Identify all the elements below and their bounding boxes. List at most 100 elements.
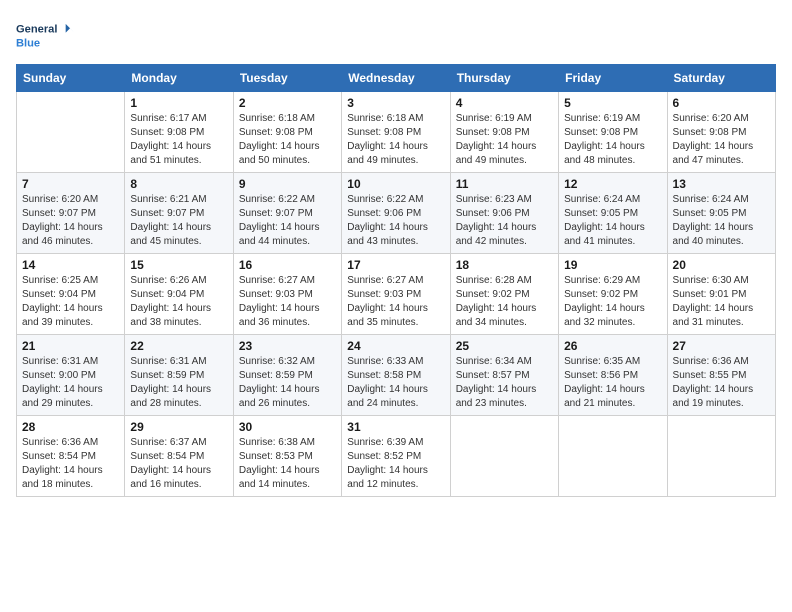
day-info: Sunrise: 6:36 AM Sunset: 8:55 PM Dayligh… (673, 355, 770, 411)
calendar-week-5: 28 Sunrise: 6:36 AM Sunset: 8:54 PM Dayli… (17, 416, 776, 497)
day-info: Sunrise: 6:19 AM Sunset: 9:08 PM Dayligh… (456, 112, 553, 168)
calendar-cell: 26Sunrise: 6:35 AM Sunset: 8:56 PM Dayli… (559, 335, 667, 416)
day-number: 3 (347, 96, 444, 110)
day-info: Sunrise: 6:26 AM Sunset: 9:04 PM Dayligh… (130, 274, 227, 330)
day-info: Sunrise: 6:27 AM Sunset: 9:03 PM Dayligh… (239, 274, 336, 330)
day-info: Sunrise: 6:22 AM Sunset: 9:07 PM Dayligh… (239, 193, 336, 249)
day-info: Sunrise: 6:33 AM Sunset: 8:58 PM Dayligh… (347, 355, 444, 411)
calendar-cell: 4 Sunrise: 6:19 AM Sunset: 9:08 PM Daylig… (450, 92, 558, 173)
day-info: Sunrise: 6:21 AM Sunset: 9:07 PM Dayligh… (130, 193, 227, 249)
day-info: Sunrise: 6:20 AM Sunset: 9:07 PM Dayligh… (22, 193, 119, 249)
day-number: 13 (673, 177, 770, 191)
calendar-cell: 6 Sunrise: 6:20 AM Sunset: 9:08 PM Daylig… (667, 92, 775, 173)
day-number: 9 (239, 177, 336, 191)
day-number: 11 (456, 177, 553, 191)
svg-text:General: General (16, 24, 57, 36)
calendar-cell: 17Sunrise: 6:27 AM Sunset: 9:03 PM Dayli… (342, 254, 450, 335)
calendar-week-2: 7Sunrise: 6:20 AM Sunset: 9:07 PM Daylig… (17, 173, 776, 254)
calendar-cell: 7Sunrise: 6:20 AM Sunset: 9:07 PM Daylig… (17, 173, 125, 254)
day-number: 6 (673, 96, 770, 110)
calendar-cell: 29 Sunrise: 6:37 AM Sunset: 8:54 PM Dayli… (125, 416, 233, 497)
calendar-cell: 16 Sunrise: 6:27 AM Sunset: 9:03 PM Dayli… (233, 254, 341, 335)
header-thursday: Thursday (450, 65, 558, 92)
calendar-cell: 3 Sunrise: 6:18 AM Sunset: 9:08 PM Daylig… (342, 92, 450, 173)
day-number: 5 (564, 96, 661, 110)
calendar-cell: 24Sunrise: 6:33 AM Sunset: 8:58 PM Dayli… (342, 335, 450, 416)
day-info: Sunrise: 6:22 AM Sunset: 9:06 PM Dayligh… (347, 193, 444, 249)
day-info: Sunrise: 6:25 AM Sunset: 9:04 PM Dayligh… (22, 274, 119, 330)
day-info: Sunrise: 6:34 AM Sunset: 8:57 PM Dayligh… (456, 355, 553, 411)
day-info: Sunrise: 6:32 AM Sunset: 8:59 PM Dayligh… (239, 355, 336, 411)
day-info: Sunrise: 6:23 AM Sunset: 9:06 PM Dayligh… (456, 193, 553, 249)
calendar-cell (17, 92, 125, 173)
header-friday: Friday (559, 65, 667, 92)
day-info: Sunrise: 6:20 AM Sunset: 9:08 PM Dayligh… (673, 112, 770, 168)
calendar-cell: 31 Sunrise: 6:39 AM Sunset: 8:52 PM Dayli… (342, 416, 450, 497)
calendar-cell: 20 Sunrise: 6:30 AM Sunset: 9:01 PM Dayli… (667, 254, 775, 335)
day-number: 29 (130, 420, 227, 434)
calendar-table: SundayMondayTuesdayWednesdayThursdayFrid… (16, 64, 776, 497)
calendar-cell: 12Sunrise: 6:24 AM Sunset: 9:05 PM Dayli… (559, 173, 667, 254)
day-number: 16 (239, 258, 336, 272)
calendar-cell: 21 Sunrise: 6:31 AM Sunset: 9:00 PM Dayli… (17, 335, 125, 416)
logo-svg: General Blue (16, 16, 76, 56)
day-info: Sunrise: 6:29 AM Sunset: 9:02 PM Dayligh… (564, 274, 661, 330)
header-tuesday: Tuesday (233, 65, 341, 92)
svg-text:Blue: Blue (16, 37, 40, 49)
calendar-cell: 14 Sunrise: 6:25 AM Sunset: 9:04 PM Dayli… (17, 254, 125, 335)
calendar-cell: 28 Sunrise: 6:36 AM Sunset: 8:54 PM Dayli… (17, 416, 125, 497)
day-number: 1 (130, 96, 227, 110)
day-number: 31 (347, 420, 444, 434)
day-info: Sunrise: 6:24 AM Sunset: 9:05 PM Dayligh… (673, 193, 770, 249)
calendar-cell: 2 Sunrise: 6:18 AM Sunset: 9:08 PM Daylig… (233, 92, 341, 173)
day-info: Sunrise: 6:30 AM Sunset: 9:01 PM Dayligh… (673, 274, 770, 330)
day-number: 28 (22, 420, 119, 434)
calendar-cell: 11 Sunrise: 6:23 AM Sunset: 9:06 PM Dayli… (450, 173, 558, 254)
calendar-cell: 5 Sunrise: 6:19 AM Sunset: 9:08 PM Daylig… (559, 92, 667, 173)
calendar-header-row: SundayMondayTuesdayWednesdayThursdayFrid… (17, 65, 776, 92)
header-saturday: Saturday (667, 65, 775, 92)
calendar-cell: 22 Sunrise: 6:31 AM Sunset: 8:59 PM Dayli… (125, 335, 233, 416)
day-info: Sunrise: 6:31 AM Sunset: 8:59 PM Dayligh… (130, 355, 227, 411)
day-number: 2 (239, 96, 336, 110)
header: General Blue (16, 16, 776, 56)
day-info: Sunrise: 6:37 AM Sunset: 8:54 PM Dayligh… (130, 436, 227, 492)
header-wednesday: Wednesday (342, 65, 450, 92)
day-number: 8 (130, 177, 227, 191)
day-number: 18 (456, 258, 553, 272)
calendar-cell: 1 Sunrise: 6:17 AM Sunset: 9:08 PM Daylig… (125, 92, 233, 173)
day-number: 22 (130, 339, 227, 353)
day-number: 10 (347, 177, 444, 191)
calendar-cell: 15 Sunrise: 6:26 AM Sunset: 9:04 PM Dayli… (125, 254, 233, 335)
day-info: Sunrise: 6:19 AM Sunset: 9:08 PM Dayligh… (564, 112, 661, 168)
calendar-cell: 19 Sunrise: 6:29 AM Sunset: 9:02 PM Dayli… (559, 254, 667, 335)
day-number: 12 (564, 177, 661, 191)
logo: General Blue (16, 16, 76, 56)
calendar-week-1: 1 Sunrise: 6:17 AM Sunset: 9:08 PM Daylig… (17, 92, 776, 173)
day-number: 19 (564, 258, 661, 272)
header-sunday: Sunday (17, 65, 125, 92)
calendar-cell (667, 416, 775, 497)
day-number: 20 (673, 258, 770, 272)
calendar-cell: 9 Sunrise: 6:22 AM Sunset: 9:07 PM Daylig… (233, 173, 341, 254)
day-number: 4 (456, 96, 553, 110)
day-number: 21 (22, 339, 119, 353)
calendar-cell: 23Sunrise: 6:32 AM Sunset: 8:59 PM Dayli… (233, 335, 341, 416)
day-info: Sunrise: 6:18 AM Sunset: 9:08 PM Dayligh… (239, 112, 336, 168)
calendar-cell (559, 416, 667, 497)
day-number: 25 (456, 339, 553, 353)
day-number: 14 (22, 258, 119, 272)
calendar-cell: 13 Sunrise: 6:24 AM Sunset: 9:05 PM Dayli… (667, 173, 775, 254)
calendar-cell (450, 416, 558, 497)
calendar-cell: 18Sunrise: 6:28 AM Sunset: 9:02 PM Dayli… (450, 254, 558, 335)
calendar-cell: 30Sunrise: 6:38 AM Sunset: 8:53 PM Dayli… (233, 416, 341, 497)
day-info: Sunrise: 6:39 AM Sunset: 8:52 PM Dayligh… (347, 436, 444, 492)
day-info: Sunrise: 6:17 AM Sunset: 9:08 PM Dayligh… (130, 112, 227, 168)
day-info: Sunrise: 6:31 AM Sunset: 9:00 PM Dayligh… (22, 355, 119, 411)
day-number: 15 (130, 258, 227, 272)
calendar-cell: 8 Sunrise: 6:21 AM Sunset: 9:07 PM Daylig… (125, 173, 233, 254)
calendar-cell: 27Sunrise: 6:36 AM Sunset: 8:55 PM Dayli… (667, 335, 775, 416)
day-info: Sunrise: 6:36 AM Sunset: 8:54 PM Dayligh… (22, 436, 119, 492)
day-info: Sunrise: 6:18 AM Sunset: 9:08 PM Dayligh… (347, 112, 444, 168)
calendar-week-3: 14 Sunrise: 6:25 AM Sunset: 9:04 PM Dayli… (17, 254, 776, 335)
